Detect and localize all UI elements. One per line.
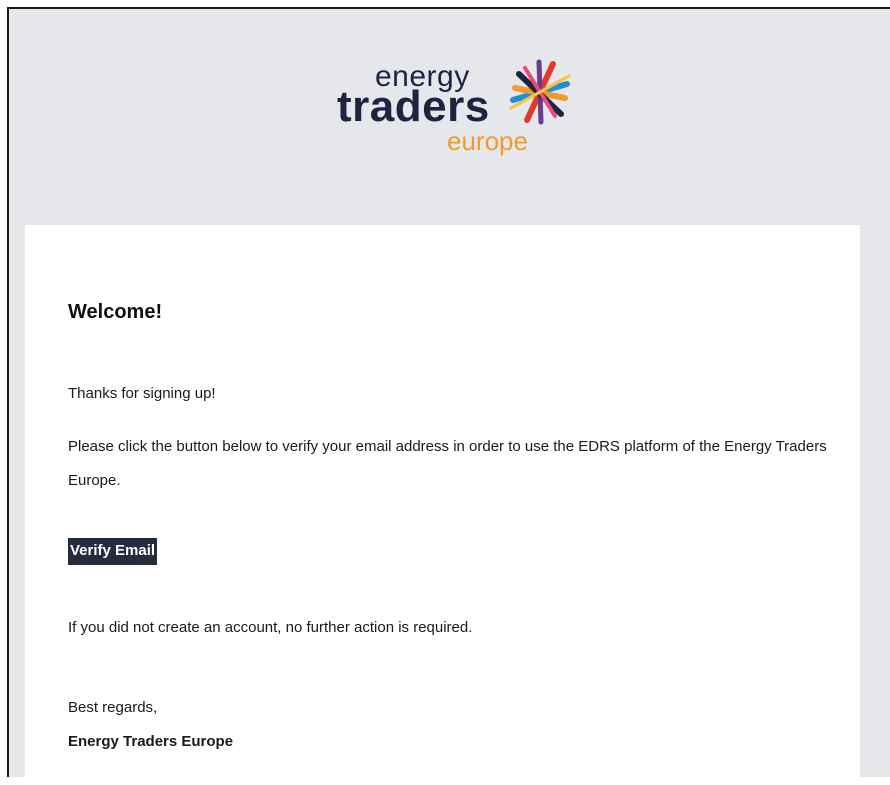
logo-text-traders: traders: [337, 82, 490, 131]
welcome-heading: Welcome!: [68, 301, 163, 323]
signature-text: Energy Traders Europe: [68, 733, 234, 750]
email-frame: energy traders europe Welcome! Thanks fo…: [7, 7, 890, 785]
signoff-text: Best regards,: [68, 699, 158, 716]
email-header: energy traders europe: [9, 9, 890, 224]
logo-text-europe: europe: [447, 126, 528, 156]
verify-email-button[interactable]: Verify Email: [68, 538, 158, 565]
email-body-card: Welcome! Thanks for signing up! Please c…: [25, 225, 860, 785]
energy-traders-europe-logo: energy traders europe: [337, 54, 577, 164]
greeting-text: Thanks for signing up!: [68, 385, 216, 402]
disclaimer-text: If you did not create an account, no fur…: [68, 619, 473, 636]
starburst-icon: [509, 59, 571, 125]
instruction-text: Please click the button below to verify …: [68, 438, 827, 489]
